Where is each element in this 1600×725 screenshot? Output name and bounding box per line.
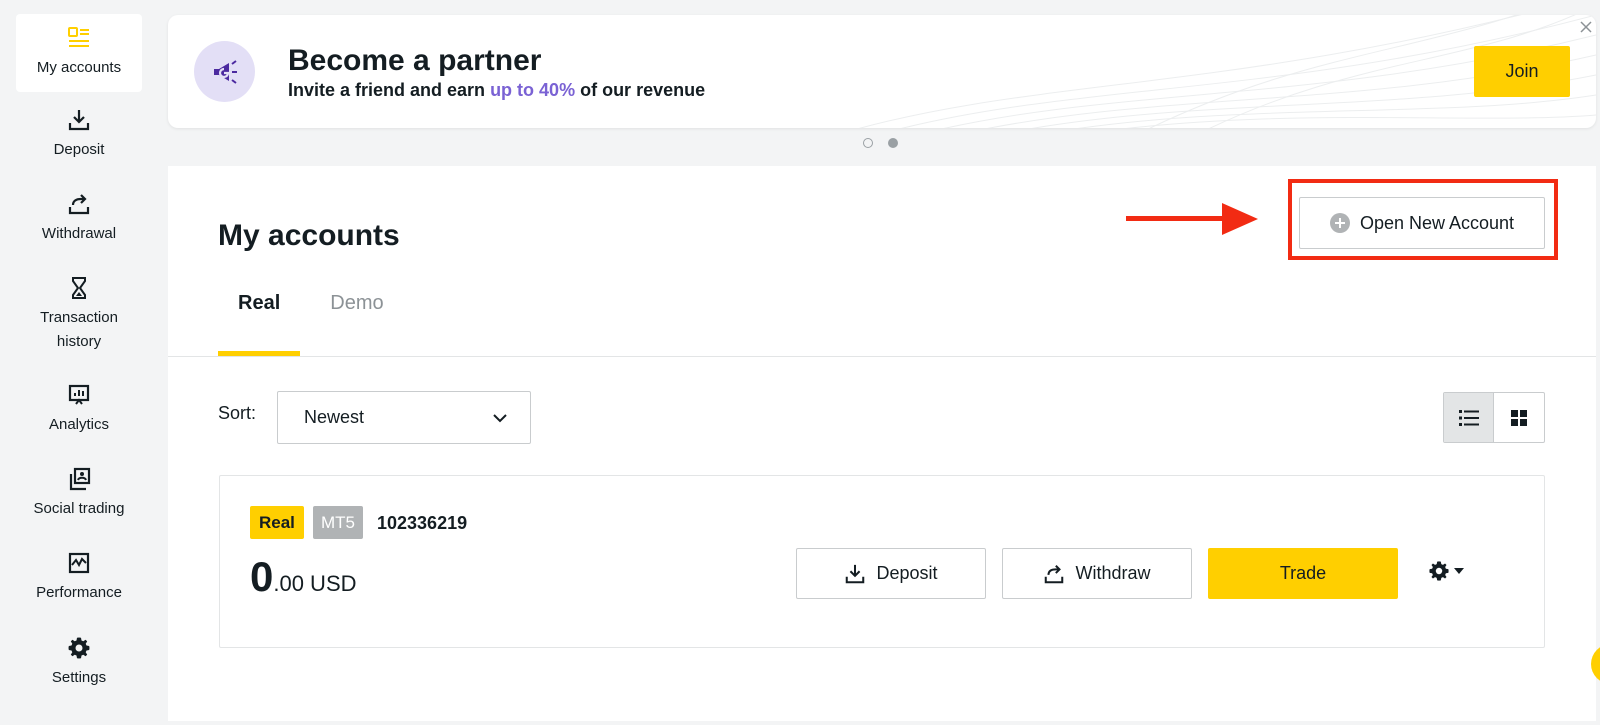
list-view-button[interactable] (1444, 393, 1494, 442)
sort-dropdown[interactable]: Newest (277, 391, 531, 444)
sidebar-item-label: Social trading (33, 500, 125, 517)
account-balance: 0.00 USD (250, 554, 357, 610)
banner-title: Become a partner (288, 44, 542, 77)
sidebar-item-label: My accounts (36, 59, 122, 76)
close-icon[interactable] (1578, 19, 1594, 35)
open-new-account-label: Open New Account (1359, 212, 1515, 233)
sidebar-item-deposit[interactable]: Deposit (16, 108, 142, 168)
sidebar-item-analytics[interactable]: Analytics (16, 383, 142, 443)
sidebar-item-label: Settings (51, 669, 107, 686)
join-button[interactable]: Join (1474, 46, 1570, 97)
tab-demo[interactable]: Demo (310, 276, 403, 356)
banner-highlight: up to 40% (490, 80, 576, 100)
accounts-panel: My accounts Open New Account Real Demo S… (168, 166, 1596, 721)
tab-real[interactable]: Real (218, 276, 301, 356)
sidebar-item-social-trading[interactable]: Social trading (16, 467, 142, 527)
annotation-arrow (1126, 203, 1258, 235)
sidebar-item-label: Transaction history (40, 309, 118, 350)
gear-icon (1429, 561, 1449, 581)
open-new-account-button[interactable]: Open New Account (1299, 197, 1545, 249)
grid-icon (1511, 409, 1527, 426)
sort-value: Newest (304, 407, 365, 427)
banner-subtitle-text: of our revenue (575, 80, 706, 100)
analytics-icon (67, 383, 91, 407)
deposit-icon (846, 564, 865, 583)
account-number: 102336219 (377, 513, 468, 533)
caret-down-icon (1454, 568, 1464, 574)
sidebar-item-label: Deposit (53, 141, 105, 158)
sidebar-item-label: Analytics (48, 416, 110, 433)
sidebar-item-withdrawal[interactable]: Withdrawal (16, 192, 142, 252)
banner-subtitle: Invite a friend and earn up to 40% of ou… (288, 79, 705, 101)
withdrawal-icon (67, 192, 91, 216)
withdraw-icon (1045, 564, 1064, 583)
partner-banner: Become a partner Invite a friend and ear… (168, 15, 1596, 128)
account-type-tabs: Real Demo (218, 276, 404, 356)
sidebar: My accounts Deposit Withdrawal Transacti… (0, 0, 158, 725)
trade-button[interactable]: Trade (1208, 548, 1398, 599)
list-icon (1458, 409, 1479, 426)
platform-badge: MT5 (313, 506, 363, 539)
sidebar-item-settings[interactable]: Settings (16, 636, 142, 696)
performance-icon (67, 551, 91, 575)
plus-circle-icon (1329, 213, 1350, 233)
sidebar-item-my-accounts[interactable]: My accounts (16, 14, 142, 92)
deposit-label: Deposit (876, 563, 938, 583)
account-settings-menu[interactable] (1428, 560, 1464, 582)
account-card: Real MT5 102336219 0.00 USD Deposit With… (219, 475, 1545, 648)
carousel-dot[interactable] (863, 138, 873, 148)
social-trading-icon (67, 467, 91, 491)
sort-label: Sort: (218, 403, 257, 423)
account-type-badge: Real (250, 506, 304, 539)
deposit-icon (67, 108, 91, 132)
balance-decimal: .00 USD (273, 571, 357, 596)
chevron-down-icon (493, 414, 507, 423)
megaphone-icon (213, 59, 237, 84)
balance-integer: 0 (250, 553, 274, 600)
banner-subtitle-text: Invite a friend and earn (288, 80, 491, 100)
gear-icon (67, 636, 91, 660)
accounts-icon (67, 26, 91, 50)
sidebar-item-label: Withdrawal (41, 225, 117, 242)
withdraw-label: Withdraw (1075, 563, 1151, 583)
carousel-dots (863, 138, 898, 148)
hourglass-icon (67, 276, 91, 300)
sidebar-item-performance[interactable]: Performance (16, 551, 142, 611)
view-toggle (1443, 392, 1545, 443)
page-title: My accounts (218, 219, 400, 252)
partner-logo (194, 41, 255, 102)
deposit-button[interactable]: Deposit (796, 548, 986, 599)
withdraw-button[interactable]: Withdraw (1002, 548, 1192, 599)
sidebar-item-transaction-history[interactable]: Transaction history (16, 276, 142, 360)
grid-view-button[interactable] (1494, 393, 1544, 442)
sidebar-item-label: Performance (36, 584, 122, 601)
carousel-dot-active[interactable] (888, 138, 898, 148)
tabs-divider (168, 356, 1596, 357)
